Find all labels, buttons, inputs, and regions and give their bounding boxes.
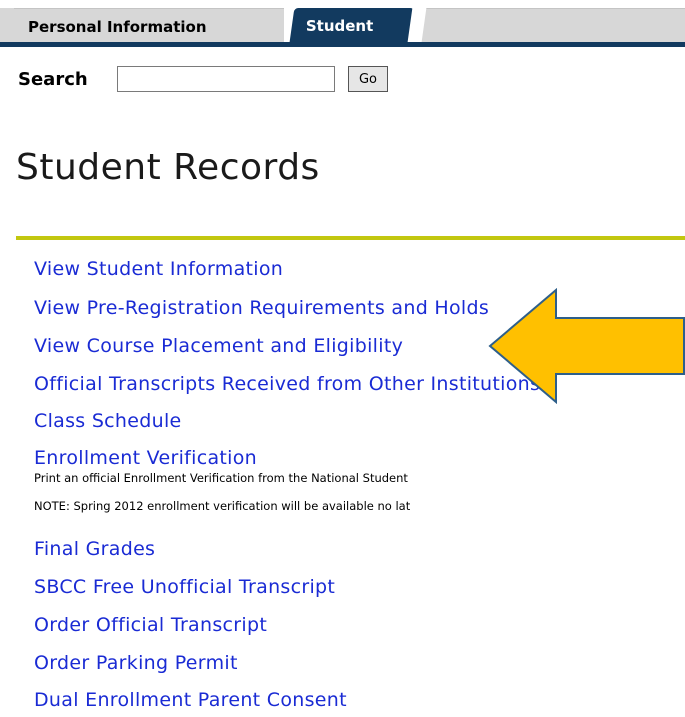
menu-link-enrollment-verification[interactable]: Enrollment Verification <box>34 447 257 469</box>
menu-link-view-student-information[interactable]: View Student Information <box>34 258 283 280</box>
tab-underline <box>0 42 685 47</box>
menu-link-final-grades[interactable]: Final Grades <box>34 538 155 560</box>
tab-bar-edge <box>0 8 14 42</box>
enrollment-verification-note: NOTE: Spring 2012 enrollment verificatio… <box>34 499 411 513</box>
menu-link-official-transcripts-received[interactable]: Official Transcripts Received from Other… <box>34 373 540 395</box>
tab-bar: Personal Information Student <box>0 0 685 47</box>
menu-link-class-schedule[interactable]: Class Schedule <box>34 410 182 432</box>
tab-student-label: Student <box>305 17 374 35</box>
page-title: Student Records <box>16 147 320 188</box>
title-divider <box>16 236 685 240</box>
menu-link-view-course-placement[interactable]: View Course Placement and Eligibility <box>34 335 403 357</box>
menu-link-order-parking-permit[interactable]: Order Parking Permit <box>34 652 238 674</box>
menu-link-sbcc-free-unofficial-transcript[interactable]: SBCC Free Unofficial Transcript <box>34 576 335 598</box>
enrollment-verification-description: Print an official Enrollment Verificatio… <box>34 471 408 485</box>
student-records-page: Personal Information Student Search Go S… <box>0 0 685 717</box>
search-label: Search <box>18 69 88 90</box>
menu-link-view-pre-registration-requirements[interactable]: View Pre-Registration Requirements and H… <box>34 297 489 319</box>
tab-personal-information[interactable]: Personal Information <box>14 8 284 42</box>
left-arrow-icon <box>488 288 685 404</box>
menu-link-order-official-transcript[interactable]: Order Official Transcript <box>34 614 267 636</box>
go-button[interactable]: Go <box>348 66 388 92</box>
tab-bar-filler <box>418 8 685 43</box>
tab-student[interactable]: Student <box>289 8 415 42</box>
menu-link-dual-enrollment-parent-consent[interactable]: Dual Enrollment Parent Consent <box>34 689 347 711</box>
tab-personal-label: Personal Information <box>28 18 207 36</box>
search-input[interactable] <box>117 66 335 92</box>
